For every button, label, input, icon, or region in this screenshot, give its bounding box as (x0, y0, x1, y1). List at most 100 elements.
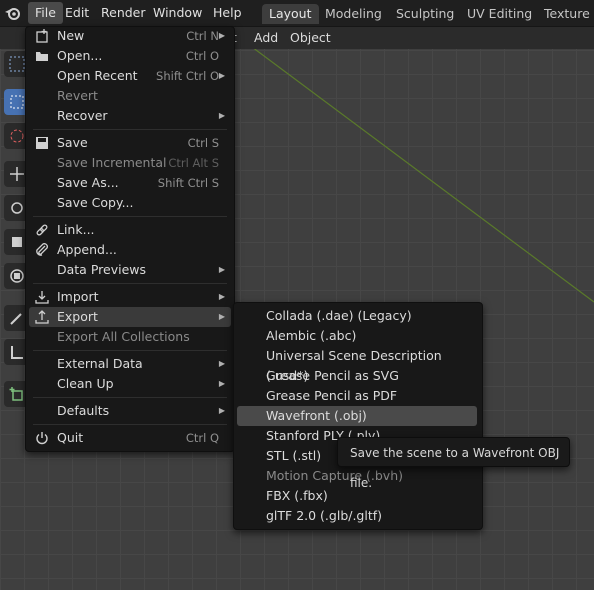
menu-item-label: Save As... (57, 175, 119, 190)
menu-item-shortcut: Ctrl N (186, 29, 219, 43)
menu-item-shortcut: Ctrl Q (185, 431, 219, 445)
power-icon (36, 432, 48, 445)
rotate-icon (11, 202, 23, 214)
menu-item-export-all-collections[interactable]: Export All Collections (29, 327, 231, 347)
export-item-label: STL (.stl) (266, 448, 322, 463)
menu-item-label: Data Previews (57, 262, 146, 277)
menu-separator (33, 216, 227, 217)
menu-item-label: Revert (57, 88, 98, 103)
menu-item-label: Link... (57, 222, 95, 237)
menu-item-save[interactable]: Save Ctrl S (29, 133, 231, 153)
submenu-arrow-icon: ▶ (218, 71, 225, 80)
menu-item-label: External Data (57, 356, 143, 371)
select-box-icon (9, 56, 25, 72)
export-item-label: FBX (.fbx) (266, 488, 328, 503)
menu-item-open[interactable]: Open... Ctrl O (29, 46, 231, 66)
menu-item-shortcut: Ctrl S (187, 136, 219, 150)
menu-item-shortcut: Shift Ctrl S (157, 176, 219, 190)
top-bar: File Edit Render Window Help Layout Mode… (0, 0, 594, 41)
menu-item-external-data[interactable]: External Data ▶ (29, 354, 231, 374)
link-icon (36, 224, 48, 236)
blender-logo-icon[interactable] (4, 4, 22, 22)
import-icon (35, 291, 49, 304)
menu-item-clean-up[interactable]: Clean Up ▶ (29, 374, 231, 394)
submenu-arrow-icon: ▶ (218, 406, 225, 415)
submenu-arrow-icon: ▶ (218, 292, 225, 301)
add-cube-icon (9, 387, 23, 401)
tab-texture-paint[interactable]: Texture P (537, 4, 594, 41)
3d-cursor-icon (10, 129, 24, 143)
tab-layout[interactable]: Layout (262, 4, 319, 24)
menu-separator (33, 283, 227, 284)
menu-item-label: Quit (57, 430, 84, 445)
export-item-wavefront[interactable]: Wavefront (.obj) (237, 406, 477, 426)
menu-item-import[interactable]: Import ▶ (29, 287, 231, 307)
menu-item-data-previews[interactable]: Data Previews ▶ (29, 260, 231, 280)
move-icon (10, 167, 24, 181)
export-item-label: Wavefront (.obj) (266, 408, 367, 423)
export-item-label: Collada (.dae) (Legacy) (266, 308, 412, 323)
menu-item-label: New (57, 28, 85, 43)
menu-item-open-recent[interactable]: Open Recent Shift Ctrl O ▶ (29, 66, 231, 86)
tooltip: Save the scene to a Wavefront OBJ file. (337, 437, 570, 490)
menu-item-label: Open... (57, 48, 103, 63)
export-item-gp-svg[interactable]: Grease Pencil as SVG (237, 366, 477, 386)
menu-item-append[interactable]: Append... (29, 240, 231, 260)
menu-help[interactable]: Help (206, 0, 249, 26)
menu-item-export[interactable]: Export ▶ (29, 307, 231, 327)
export-item-alembic[interactable]: Alembic (.abc) (237, 326, 477, 346)
menu-item-quit[interactable]: Quit Ctrl Q (29, 428, 231, 448)
submenu-arrow-icon: ▶ (218, 265, 225, 274)
save-icon (36, 137, 48, 149)
cursor-icon (10, 95, 24, 109)
pencil-icon (10, 313, 22, 325)
ruler-icon (11, 346, 23, 359)
folder-icon (36, 52, 48, 61)
menu-item-label: Append... (57, 242, 117, 257)
menu-object[interactable]: Object (290, 27, 331, 49)
new-file-icon (36, 29, 48, 43)
menu-separator (33, 129, 227, 130)
tab-modeling[interactable]: Modeling (318, 4, 389, 24)
export-item-gp-pdf[interactable]: Grease Pencil as PDF (237, 386, 477, 406)
menu-item-label: Save (57, 135, 88, 150)
menu-item-new[interactable]: New Ctrl N ▶ (29, 26, 231, 46)
menu-item-link[interactable]: Link... (29, 220, 231, 240)
menu-item-label: Defaults (57, 403, 110, 418)
export-item-label: Grease Pencil as PDF (266, 388, 398, 403)
export-item-collada[interactable]: Collada (.dae) (Legacy) (237, 306, 477, 326)
menu-window[interactable]: Window (146, 0, 209, 26)
export-item-gltf[interactable]: glTF 2.0 (.glb/.gltf) (237, 506, 477, 526)
tab-sculpting[interactable]: Sculpting (389, 4, 461, 24)
menu-item-label: Open Recent (57, 68, 138, 83)
menu-item-save-as[interactable]: Save As... Shift Ctrl S (29, 173, 231, 193)
menu-item-save-copy[interactable]: Save Copy... (29, 193, 231, 213)
file-menu: New Ctrl N ▶ Open... Ctrl O Open Recent … (25, 26, 235, 452)
menu-item-shortcut: Ctrl Alt S (168, 156, 219, 170)
transform-icon (10, 269, 24, 283)
menu-item-label: Import (57, 289, 99, 304)
export-item-label: Grease Pencil as SVG (266, 368, 399, 383)
export-item-label: Motion Capture (.bvh) (266, 468, 404, 483)
menu-item-label: Export All Collections (57, 329, 190, 344)
export-item-usd[interactable]: Universal Scene Description (.usd*) (237, 346, 477, 383)
menu-item-save-incremental[interactable]: Save Incremental Ctrl Alt S (29, 153, 231, 173)
tab-uv-editing[interactable]: UV Editing (460, 4, 539, 24)
menu-item-revert[interactable]: Revert (29, 86, 231, 106)
menu-item-defaults[interactable]: Defaults ▶ (29, 401, 231, 421)
menu-edit[interactable]: Edit (58, 0, 96, 26)
menu-add[interactable]: Add (254, 27, 278, 49)
menu-item-shortcut: Shift Ctrl O (156, 69, 219, 83)
paperclip-icon (36, 243, 48, 256)
menu-item-recover[interactable]: Recover ▶ (29, 106, 231, 126)
menu-render[interactable]: Render (94, 0, 153, 26)
submenu-arrow-icon: ▶ (218, 312, 225, 321)
menu-item-label: Clean Up (57, 376, 114, 391)
submenu-arrow-icon: ▶ (218, 379, 225, 388)
menu-item-label: Recover (57, 108, 108, 123)
menu-separator (33, 424, 227, 425)
menu-item-shortcut: Ctrl O (185, 49, 219, 63)
submenu-arrow-icon: ▶ (218, 31, 225, 40)
menu-separator (33, 350, 227, 351)
submenu-arrow-icon: ▶ (218, 111, 225, 120)
